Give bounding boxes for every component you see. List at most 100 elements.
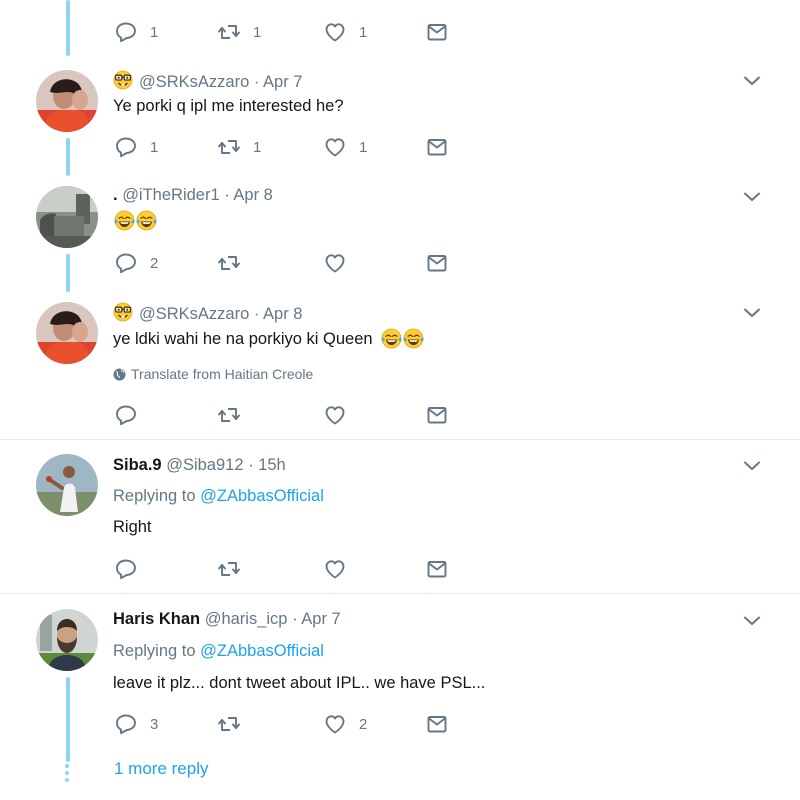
mention-link[interactable]: @ZAbbasOfficial [200, 642, 324, 660]
user-handle[interactable]: @haris_icp [205, 610, 288, 628]
retweet-button[interactable]: 1 [217, 135, 261, 159]
like-button[interactable] [323, 557, 347, 581]
tweet-actions: 1 1 1 [114, 135, 474, 159]
heart-icon [325, 715, 345, 734]
thread-line [66, 138, 70, 176]
reply-count: 1 [150, 138, 159, 156]
retweet-button[interactable] [217, 403, 241, 427]
retweet-icon [218, 562, 240, 576]
chevron-down-icon[interactable] [742, 190, 762, 204]
reply-button[interactable]: 1 [114, 20, 158, 44]
tweet-text: Ye porki q ipl me interested he? [113, 97, 344, 115]
like-button[interactable]: 2 [323, 712, 367, 736]
display-name[interactable]: . [113, 186, 118, 204]
user-handle[interactable]: @Siba912 [166, 456, 243, 474]
retweet-button[interactable] [217, 712, 241, 736]
reply-icon [116, 22, 136, 43]
reply-icon [116, 714, 136, 735]
tweet-header: @SRKsAzzaro · Apr 8 [113, 302, 302, 324]
tweet-text: leave it plz... dont tweet about IPL.. w… [113, 674, 486, 692]
replying-to: Replying to @ZAbbasOfficial [113, 642, 324, 661]
heart-icon [325, 406, 345, 425]
tweet-text-row: ye ldki wahi he na porkiyo ki Queen [113, 328, 425, 349]
dm-button[interactable] [425, 135, 449, 159]
more-replies-link[interactable]: 1 more reply [114, 759, 208, 779]
retweet-button[interactable]: 1 [217, 20, 261, 44]
translate-label: Translate from Haitian Creole [131, 366, 314, 382]
user-handle[interactable]: @SRKsAzzaro [139, 73, 249, 91]
dm-button[interactable] [425, 403, 449, 427]
tweet-actions: 3 2 [114, 712, 474, 736]
tweet-date[interactable]: · Apr 8 [224, 186, 273, 204]
reply-button[interactable]: 2 [114, 251, 158, 275]
tears-of-joy-emoji [114, 210, 135, 231]
tweet-date[interactable]: · Apr 7 [292, 610, 341, 628]
display-name[interactable]: Siba.9 [113, 456, 162, 474]
envelope-icon [427, 403, 447, 424]
user-handle[interactable]: @SRKsAzzaro [139, 305, 249, 323]
reply-icon [116, 405, 136, 426]
reply-icon [116, 137, 136, 158]
heart-icon [325, 254, 345, 273]
heart-icon [325, 23, 345, 42]
reply-button[interactable]: 1 [114, 135, 158, 159]
tweet-actions [114, 557, 474, 581]
reply-count: 2 [150, 254, 159, 272]
like-count: 1 [359, 138, 368, 156]
envelope-icon [427, 135, 447, 156]
thread-line [66, 254, 70, 292]
retweet-icon [218, 256, 240, 270]
dm-button[interactable] [425, 20, 449, 44]
nerd-face-emoji [113, 302, 133, 322]
retweet-count: 1 [253, 138, 262, 156]
chevron-down-icon[interactable] [742, 306, 762, 320]
user-handle[interactable]: @iTheRider1 [122, 186, 219, 204]
chevron-down-icon[interactable] [742, 459, 762, 473]
envelope-icon [427, 712, 447, 733]
dm-button[interactable] [425, 251, 449, 275]
avatar[interactable] [36, 609, 98, 671]
avatar[interactable] [36, 186, 98, 248]
translate-link[interactable]: Translate from Haitian Creole [113, 366, 313, 382]
tweet-date[interactable]: · Apr 8 [254, 305, 303, 323]
like-button[interactable] [323, 251, 347, 275]
reply-count: 3 [150, 715, 159, 733]
divider [0, 439, 800, 440]
tweet-header: . @iTheRider1 · Apr 8 [113, 186, 273, 205]
tweet-text [113, 210, 157, 231]
display-name[interactable]: Haris Khan [113, 610, 200, 628]
replying-to: Replying to @ZAbbasOfficial [113, 487, 324, 506]
tweet-header: @SRKsAzzaro · Apr 7 [113, 70, 302, 92]
reply-count: 1 [150, 23, 159, 41]
like-button[interactable] [323, 403, 347, 427]
reply-icon [116, 559, 136, 580]
tweet-text: ye ldki wahi he na porkiyo ki Queen [113, 330, 373, 348]
thread-more-dots [64, 764, 70, 785]
avatar[interactable] [36, 70, 98, 132]
nerd-face-emoji [113, 70, 133, 90]
dm-button[interactable] [425, 712, 449, 736]
tweet-actions: 2 [114, 251, 474, 275]
mention-link[interactable]: @ZAbbasOfficial [200, 487, 324, 505]
retweet-icon [218, 717, 240, 731]
reply-button[interactable] [114, 403, 138, 427]
avatar[interactable] [36, 302, 98, 364]
chevron-down-icon[interactable] [742, 614, 762, 628]
replying-label: Replying to [113, 642, 196, 660]
like-button[interactable]: 1 [323, 20, 367, 44]
tweet-date[interactable]: · Apr 7 [254, 73, 303, 91]
tweet-text: Right [113, 518, 152, 536]
retweet-button[interactable] [217, 251, 241, 275]
avatar[interactable] [36, 454, 98, 516]
envelope-icon [427, 251, 447, 272]
tweet-date[interactable]: · 15h [248, 456, 286, 474]
like-count: 2 [359, 715, 368, 733]
retweet-icon [218, 140, 240, 154]
reply-button[interactable] [114, 557, 138, 581]
reply-button[interactable]: 3 [114, 712, 158, 736]
retweet-button[interactable] [217, 557, 241, 581]
dm-button[interactable] [425, 557, 449, 581]
like-button[interactable]: 1 [323, 135, 367, 159]
retweet-icon [218, 25, 240, 39]
chevron-down-icon[interactable] [742, 74, 762, 88]
